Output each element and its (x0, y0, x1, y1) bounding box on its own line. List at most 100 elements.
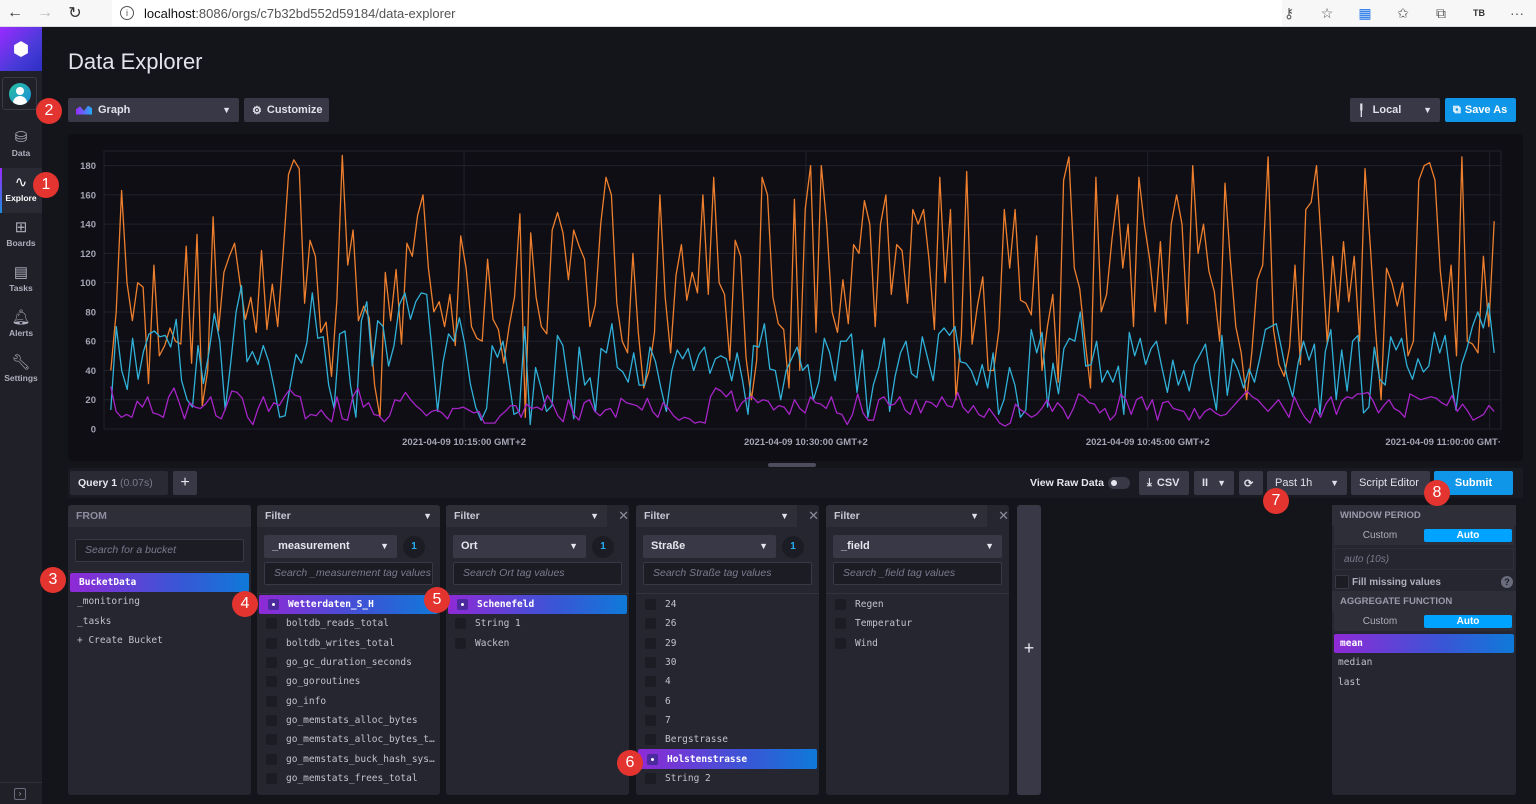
checkbox[interactable] (455, 637, 466, 649)
function-auto-option[interactable]: Auto (1424, 615, 1512, 628)
aggregate-function-item[interactable]: median (1332, 653, 1516, 672)
aggregate-function-item[interactable]: mean (1334, 634, 1514, 654)
timezone-dropdown[interactable]: ╿ Local ▼ (1350, 98, 1440, 122)
tag-key-dropdown[interactable]: _measurement ▼ (264, 535, 397, 558)
sidebar-item-tasks[interactable]: ▤ Tasks (0, 258, 42, 303)
checkbox[interactable] (455, 618, 466, 630)
tag-value-item[interactable]: Holstenstrasse (638, 749, 817, 769)
bucket-item[interactable]: _tasks (68, 612, 251, 631)
checkbox[interactable] (645, 657, 656, 669)
checkbox[interactable] (835, 599, 846, 611)
checkbox[interactable] (266, 734, 277, 746)
tag-value-item[interactable]: 26 (636, 614, 819, 633)
user-avatar[interactable] (2, 77, 37, 110)
line-chart[interactable]: 0 20 40 60 80 100 120 140 160 180 2021-04-09 10:15… (68, 134, 1523, 461)
tag-value-item[interactable]: Schenefeld (448, 595, 627, 615)
favorite-add-icon[interactable]: ☆ (1308, 5, 1346, 22)
favorites-icon[interactable]: ✩ (1384, 5, 1422, 22)
bucket-search-input[interactable]: Search for a bucket (75, 539, 244, 562)
vis-type-dropdown[interactable]: Graph ▼ (68, 98, 239, 122)
tag-value-item[interactable]: Wind (826, 634, 1009, 653)
refresh-button[interactable]: ⟳ (1239, 471, 1263, 495)
bucket-item[interactable]: _monitoring (68, 592, 251, 611)
close-icon[interactable]: ✕ (618, 508, 629, 524)
tag-key-dropdown[interactable]: _field ▼ (833, 535, 1002, 558)
close-icon[interactable]: ✕ (808, 508, 819, 524)
tag-value-item[interactable]: go_memstats_frees_total (257, 769, 440, 788)
checkbox[interactable] (835, 637, 846, 649)
reload-icon[interactable]: ↻ (60, 3, 90, 23)
resize-handle[interactable] (768, 463, 816, 467)
fill-missing-checkbox[interactable] (1335, 575, 1349, 589)
tag-value-item[interactable]: Wacken (446, 634, 629, 653)
tag-value-item[interactable]: 7 (636, 711, 819, 730)
checkbox[interactable] (645, 714, 656, 726)
window-custom-option[interactable]: Custom (1336, 529, 1424, 542)
tag-value-item[interactable]: 29 (636, 634, 819, 653)
checkbox[interactable] (645, 772, 656, 784)
sidebar-item-alerts[interactable]: 🔔︎ Alerts (0, 303, 42, 348)
tag-value-item[interactable]: 30 (636, 653, 819, 672)
filter-function-dropdown[interactable]: Filter ▼ ✕ (446, 505, 629, 527)
query-tab[interactable]: Query 1 (0.07s) (70, 471, 168, 495)
checkbox[interactable] (645, 618, 656, 630)
window-auto-option[interactable]: Auto (1424, 529, 1512, 542)
checkbox[interactable] (266, 676, 277, 688)
collections-icon[interactable]: ⧉ (1422, 5, 1460, 22)
tag-value-search-input[interactable]: Search _measurement tag values (264, 562, 433, 585)
checkbox[interactable] (266, 714, 277, 726)
checkbox[interactable] (268, 599, 279, 611)
checkbox[interactable] (266, 618, 277, 630)
customize-button[interactable]: ⚙ Customize (244, 98, 329, 122)
tag-value-item[interactable]: Wetterdaten_S_H (259, 595, 438, 615)
sidebar-item-settings[interactable]: 🔧︎ Settings (0, 348, 42, 393)
tag-value-item[interactable]: Regen (826, 595, 1009, 614)
influxdb-logo-icon[interactable]: ⬢ (0, 27, 42, 71)
checkbox[interactable] (266, 637, 277, 649)
tag-value-item[interactable]: go_gc_duration_seconds (257, 653, 440, 672)
back-icon[interactable]: ← (0, 4, 30, 22)
filter-function-dropdown[interactable]: Filter ▼ (257, 505, 440, 527)
tag-key-dropdown[interactable]: Straße ▼ (643, 535, 776, 558)
filter-function-dropdown[interactable]: Filter ▼ ✕ (826, 505, 1009, 527)
key-icon[interactable]: ⚷ (1270, 5, 1308, 22)
more-icon[interactable]: ··· (1498, 5, 1536, 21)
tag-value-item[interactable]: go_memstats_alloc_bytes_t… (257, 730, 440, 749)
sidebar-item-boards[interactable]: ⊞ Boards (0, 213, 42, 258)
aggregate-function-item[interactable]: last (1332, 673, 1516, 692)
tag-value-item[interactable]: go_memstats_alloc_bytes (257, 711, 440, 730)
checkbox[interactable] (645, 695, 656, 707)
apps-grid-icon[interactable]: ▦ (1346, 5, 1384, 22)
tag-value-item[interactable]: String 1 (446, 614, 629, 633)
profile-avatar[interactable]: TB (1460, 8, 1498, 18)
add-filter-button[interactable]: + (1017, 505, 1041, 795)
sidebar-item-data[interactable]: ⛁ Data (0, 123, 42, 168)
help-icon[interactable]: ? (1501, 576, 1513, 588)
close-icon[interactable]: ✕ (998, 508, 1009, 524)
bucket-item[interactable]: BucketData (70, 573, 249, 593)
checkbox[interactable] (266, 657, 277, 669)
script-editor-button[interactable]: Script Editor (1351, 471, 1430, 495)
checkbox[interactable] (645, 676, 656, 688)
window-period-input[interactable]: auto (10s) (1334, 548, 1514, 570)
tag-value-item[interactable]: Bergstrasse (636, 730, 819, 749)
checkbox[interactable] (645, 637, 656, 649)
function-custom-option[interactable]: Custom (1336, 615, 1424, 628)
tag-value-item[interactable]: 24 (636, 595, 819, 614)
csv-button[interactable]: ⤓ CSV (1139, 471, 1189, 495)
tag-value-search-input[interactable]: Search _field tag values (833, 562, 1002, 585)
checkbox[interactable] (647, 753, 658, 765)
tag-key-dropdown[interactable]: Ort ▼ (453, 535, 586, 558)
tag-value-item[interactable]: go_memstats_buck_hash_sys… (257, 749, 440, 768)
filter-function-dropdown[interactable]: Filter ▼ ✕ (636, 505, 819, 527)
view-raw-data-toggle[interactable] (1108, 477, 1130, 489)
address-bar[interactable]: i localhost:8086/orgs/c7b32bd552d59184/d… (112, 0, 1282, 26)
tag-value-item[interactable]: go_goroutines (257, 672, 440, 691)
tag-value-search-input[interactable]: Search Ort tag values (453, 562, 622, 585)
tag-value-item[interactable]: Temperatur (826, 614, 1009, 633)
checkbox[interactable] (835, 618, 846, 630)
tag-value-item[interactable]: boltdb_writes_total (257, 634, 440, 653)
autorefresh-dropdown[interactable]: II ▼ (1194, 471, 1234, 495)
create-bucket-button[interactable]: + Create Bucket (68, 631, 251, 650)
info-icon[interactable]: i (120, 6, 134, 20)
